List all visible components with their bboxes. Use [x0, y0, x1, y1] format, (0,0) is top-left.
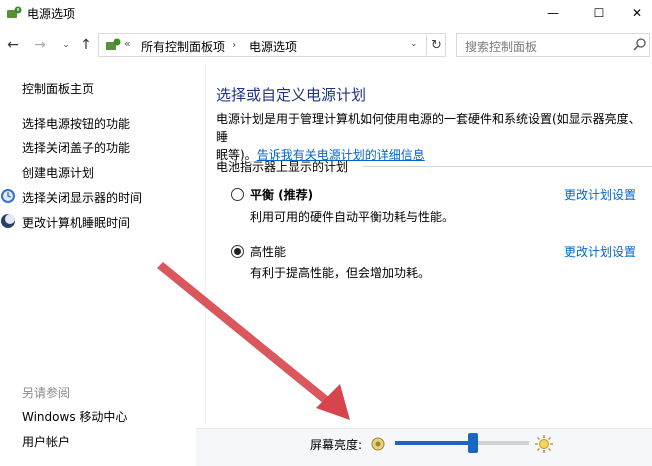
plan-high-performance-radio[interactable] — [231, 245, 244, 258]
minimize-icon: — — [547, 6, 559, 20]
sidebar-item-display-off[interactable]: 选择关闭显示器的时间 — [22, 189, 142, 206]
address-bar[interactable]: « 所有控制面板项 › 电源选项 ⌄ ↻ — [98, 33, 446, 57]
group-divider — [362, 166, 652, 167]
page-description: 电源计划是用于管理计算机如何使用电源的一套硬件和系统设置(如显示器亮度、睡 眠等… — [216, 110, 652, 164]
forward-button[interactable]: → — [31, 36, 49, 54]
sidebar-item-create-plan[interactable]: 创建电源计划 — [22, 164, 94, 181]
sidebar-item-sleep[interactable]: 更改计算机睡眠时间 — [22, 214, 130, 231]
plan-balanced-desc: 利用可用的硬件自动平衡功耗与性能。 — [250, 210, 455, 224]
annotation-arrow — [157, 262, 350, 420]
back-button[interactable]: ← — [4, 36, 22, 54]
see-also-user-accounts[interactable]: 用户帐户 — [22, 433, 70, 450]
plan-high-performance-name[interactable]: 高性能 — [250, 243, 286, 260]
brightness-slider-track[interactable] — [395, 441, 529, 445]
plan-balanced-name[interactable]: 平衡 (推荐) — [250, 186, 313, 203]
up-button[interactable]: ↑ — [77, 36, 95, 54]
chevron-down-icon: ⌄ — [62, 40, 70, 50]
navigation-bar: ← → ⌄ ↑ « 所有控制面板项 › 电源选项 ⌄ ↻ 搜索控制面板 — [0, 30, 652, 60]
control-panel-icon — [106, 38, 121, 50]
sidebar-item-lid[interactable]: 选择关闭盖子的功能 — [22, 139, 130, 156]
maximize-icon: ☐ — [593, 6, 605, 20]
minimize-button[interactable]: — — [530, 0, 576, 26]
see-also-heading: 另请参阅 — [22, 386, 71, 400]
breadcrumb-overflow[interactable]: « — [124, 37, 131, 50]
breadcrumb-separator[interactable]: › — [232, 38, 236, 51]
brightness-slider-thumb[interactable] — [467, 433, 478, 453]
back-arrow-icon: ← — [7, 37, 19, 53]
brightness-bar — [196, 428, 652, 466]
breadcrumb-item[interactable]: 所有控制面板项 — [141, 38, 225, 55]
search-input[interactable]: 搜索控制面板 — [456, 33, 650, 57]
plans-group-label: 电池指示器上显示的计划 — [216, 160, 349, 174]
refresh-button[interactable]: ↻ — [426, 35, 446, 55]
sidebar-home-link[interactable]: 控制面板主页 — [22, 80, 94, 97]
plan-balanced-settings-link[interactable]: 更改计划设置 — [564, 186, 636, 203]
close-button[interactable]: ✕ — [622, 0, 652, 26]
description-line: 电源计划是用于管理计算机如何使用电源的一套硬件和系统设置(如显示器亮度、睡 — [216, 112, 641, 144]
maximize-button[interactable]: ☐ — [576, 0, 622, 26]
title-bar: 电源选项 — ☐ ✕ — [0, 0, 652, 26]
brightness-label: 屏幕亮度: — [310, 438, 363, 452]
address-dropdown-icon[interactable]: ⌄ — [410, 39, 418, 49]
page-title: 选择或自定义电源计划 — [216, 86, 367, 104]
monitor-clock-icon — [1, 189, 15, 203]
forward-arrow-icon: → — [34, 37, 46, 53]
recent-locations-button[interactable]: ⌄ — [57, 36, 75, 54]
brightness-high-icon — [535, 435, 553, 453]
pane-divider — [205, 64, 206, 424]
search-icon — [633, 38, 646, 51]
plan-high-performance-settings-link[interactable]: 更改计划设置 — [564, 243, 636, 260]
brightness-slider-fill — [395, 441, 473, 445]
brightness-low-icon — [371, 437, 385, 451]
power-options-icon — [7, 6, 22, 18]
close-icon: ✕ — [631, 6, 643, 20]
search-placeholder: 搜索控制面板 — [465, 40, 538, 54]
breadcrumb-item[interactable]: 电源选项 — [249, 38, 297, 55]
sleep-moon-icon — [1, 214, 15, 228]
up-arrow-icon: ↑ — [80, 37, 92, 53]
sidebar-item-power-buttons[interactable]: 选择电源按钮的功能 — [22, 115, 130, 132]
plan-balanced-radio[interactable] — [231, 188, 244, 201]
window-title: 电源选项 — [27, 7, 76, 21]
refresh-icon: ↻ — [431, 37, 442, 53]
plan-high-performance-desc: 有利于提高性能，但会增加功耗。 — [250, 266, 431, 280]
see-also-mobility-center[interactable]: Windows 移动中心 — [22, 408, 127, 425]
